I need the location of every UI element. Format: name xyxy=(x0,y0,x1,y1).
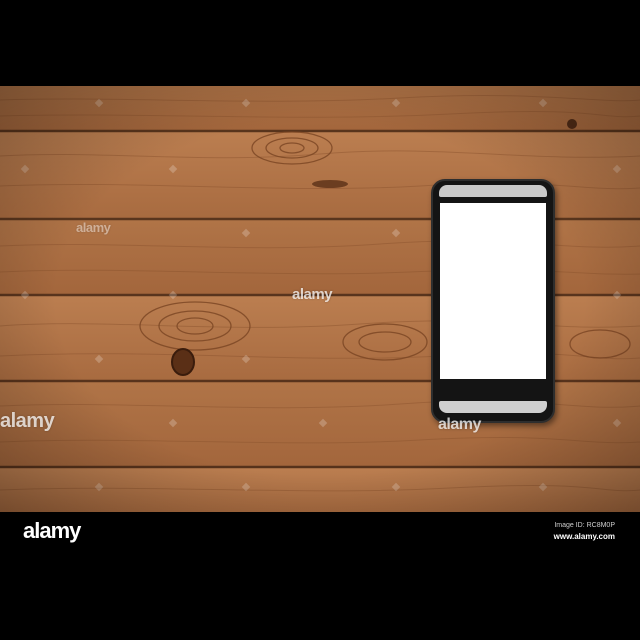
image-frame: alamy alamy alamy alamy alamy Image ID: … xyxy=(0,0,640,640)
site-url-label: www.alamy.com xyxy=(553,532,615,541)
watermark-text: alamy xyxy=(76,220,111,235)
watermark-text: alamy xyxy=(292,286,333,303)
phone-blank-screen xyxy=(440,203,546,379)
wooden-table-photo: alamy alamy alamy alamy xyxy=(0,86,640,512)
smartphone-icon xyxy=(431,179,555,423)
phone-top-bezel xyxy=(439,185,547,197)
alamy-logo: alamy xyxy=(23,518,81,543)
watermark-text: alamy xyxy=(438,416,481,433)
phone-bottom-bezel xyxy=(439,401,547,413)
image-id-label: Image ID: RC8M0P xyxy=(554,522,615,529)
watermark-text: alamy xyxy=(0,410,55,432)
stock-footer-bar: alamy Image ID: RC8M0P www.alamy.com xyxy=(0,512,640,640)
